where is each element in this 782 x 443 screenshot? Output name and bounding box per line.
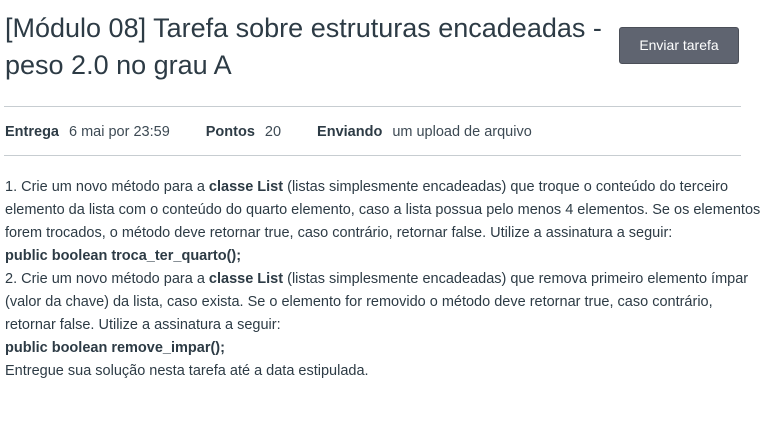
submit-assignment-button[interactable]: Enviar tarefa [619, 27, 739, 64]
description-item-2: 2. Crie um novo método para a classe Lis… [5, 268, 765, 337]
submission-type-label: Enviando [317, 124, 383, 140]
header-divider [4, 106, 741, 107]
due-date-label: Entrega [5, 124, 59, 140]
description-closing: Entregue sua solução nesta tarefa até a … [5, 363, 369, 379]
points-detail: Pontos 20 [206, 124, 281, 140]
points-value: 20 [264, 124, 282, 140]
item1-text-prefix: 1. Crie um novo método para a [5, 179, 209, 195]
assignment-title: [Módulo 08] Tarefa sobre estruturas enca… [5, 13, 602, 80]
details-divider [4, 155, 741, 156]
description-signature-1: public boolean troca_ter_quarto(); [5, 245, 765, 268]
assignment-details: Entrega 6 mai por 23:59 Pontos 20 Envian… [5, 121, 568, 143]
submission-type-value: um upload de arquivo [392, 124, 532, 140]
item2-method-signature: public boolean remove_impar(); [5, 340, 225, 356]
item1-class-name: classe List [208, 179, 284, 195]
description-signature-2: public boolean remove_impar(); [5, 337, 765, 360]
due-date-value: 6 mai por 23:59 [69, 124, 170, 140]
assignment-header: [Módulo 08] Tarefa sobre estruturas enca… [5, 10, 605, 84]
assignment-description: 1. Crie um novo método para a classe Lis… [5, 176, 765, 383]
assignment-page: [Módulo 08] Tarefa sobre estruturas enca… [0, 0, 782, 443]
item2-text-prefix: 2. Crie um novo método para a [5, 271, 209, 287]
points-label: Pontos [205, 124, 255, 140]
item1-method-signature: public boolean troca_ter_quarto(); [5, 248, 242, 264]
submission-type-detail: Enviando um upload de arquivo [317, 124, 532, 140]
description-item-1: 1. Crie um novo método para a classe Lis… [5, 176, 765, 245]
due-date-detail: Entrega 6 mai por 23:59 [5, 124, 170, 140]
item2-class-name: classe List [208, 271, 284, 287]
